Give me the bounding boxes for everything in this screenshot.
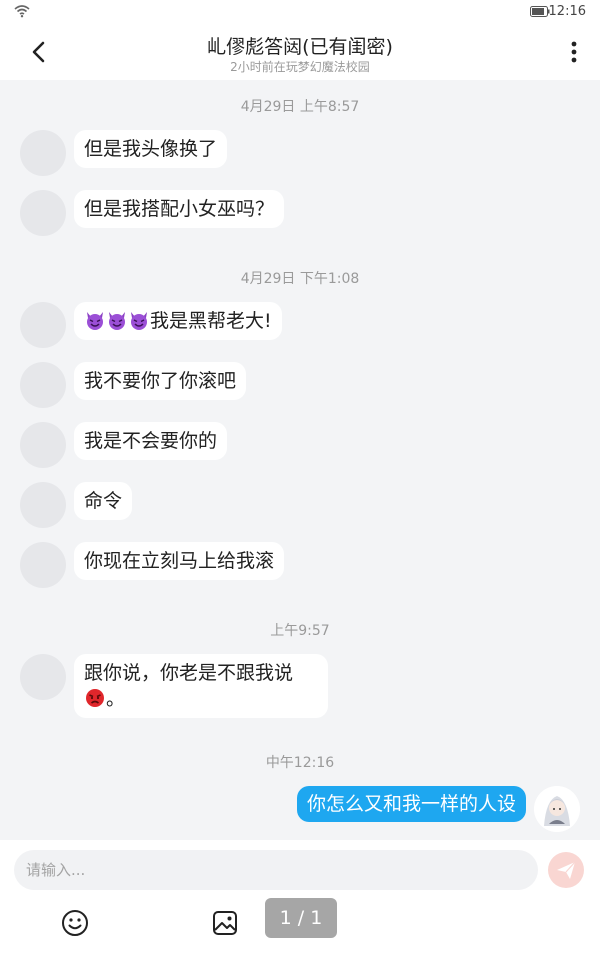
wifi-icon (14, 5, 30, 18)
avatar[interactable] (20, 362, 66, 408)
send-paper-plane-icon (557, 861, 576, 879)
avatar[interactable] (20, 130, 66, 176)
message-bubble[interactable]: 但是我头像换了 (74, 130, 228, 168)
status-time: 12:16 (548, 4, 586, 19)
avatar[interactable] (20, 482, 66, 528)
avatar[interactable] (534, 786, 580, 832)
purple-devil-emoji-icon (87, 312, 103, 330)
message-bubble[interactable]: 我是不会要你的 (74, 422, 228, 460)
more-options-icon[interactable] (564, 38, 584, 66)
message-text-suffix: 。 (106, 688, 126, 710)
send-button[interactable] (548, 852, 584, 888)
image-icon[interactable] (210, 908, 240, 938)
outgoing-message-bubble[interactable]: 你怎么又和我一样的人设 (296, 786, 526, 822)
avatar[interactable] (20, 654, 66, 700)
avatar[interactable] (20, 542, 66, 588)
timestamp: 中午12:16 (265, 755, 335, 771)
message-input[interactable] (14, 850, 538, 890)
timestamp: 上午9:57 (270, 623, 330, 639)
message-bubble[interactable]: 我不要你了你滚吧 (74, 362, 247, 400)
contact-status: 2小时前在玩梦幻魔法校园 (230, 60, 370, 74)
message-bubble[interactable]: 你现在立刻马上给我滚 (74, 542, 285, 580)
status-bar: 12:16 (0, 0, 600, 24)
message-bubble[interactable]: 但是我搭配小女巫吗？ (74, 190, 285, 228)
timestamp: 4月29日 下午1:08 (240, 271, 360, 287)
message-bubble[interactable]: 我是黑帮老大! (74, 302, 282, 340)
angry-red-face-emoji-icon (86, 689, 104, 707)
purple-devil-emoji-icon (109, 312, 125, 330)
page-indicator: 1 / 1 (265, 898, 337, 938)
message-bubble[interactable]: 命令 (74, 482, 133, 520)
chat-header: 乢僇彪答闼(已有闺密) 2小时前在玩梦幻魔法校园 (0, 24, 600, 80)
message-list[interactable]: 4月29日 上午8:57 但是我头像换了 但是我搭配小女巫吗？ 4月29日 下午… (0, 80, 600, 840)
timestamp: 4月29日 上午8:57 (240, 99, 360, 115)
contact-name: 乢僇彪答闼(已有闺密) (207, 36, 393, 58)
message-text: 跟你说，你老是不跟我说 (84, 662, 294, 684)
avatar[interactable] (20, 302, 66, 348)
smiley-icon[interactable] (60, 908, 90, 938)
battery-icon (530, 6, 550, 17)
purple-devil-emoji-icon (131, 312, 147, 330)
avatar-illustration (534, 786, 580, 832)
message-bubble[interactable]: 跟你说，你老是不跟我说 。 (74, 654, 328, 718)
avatar[interactable] (20, 190, 66, 236)
avatar[interactable] (20, 422, 66, 468)
message-text: 我是黑帮老大! (150, 310, 272, 332)
